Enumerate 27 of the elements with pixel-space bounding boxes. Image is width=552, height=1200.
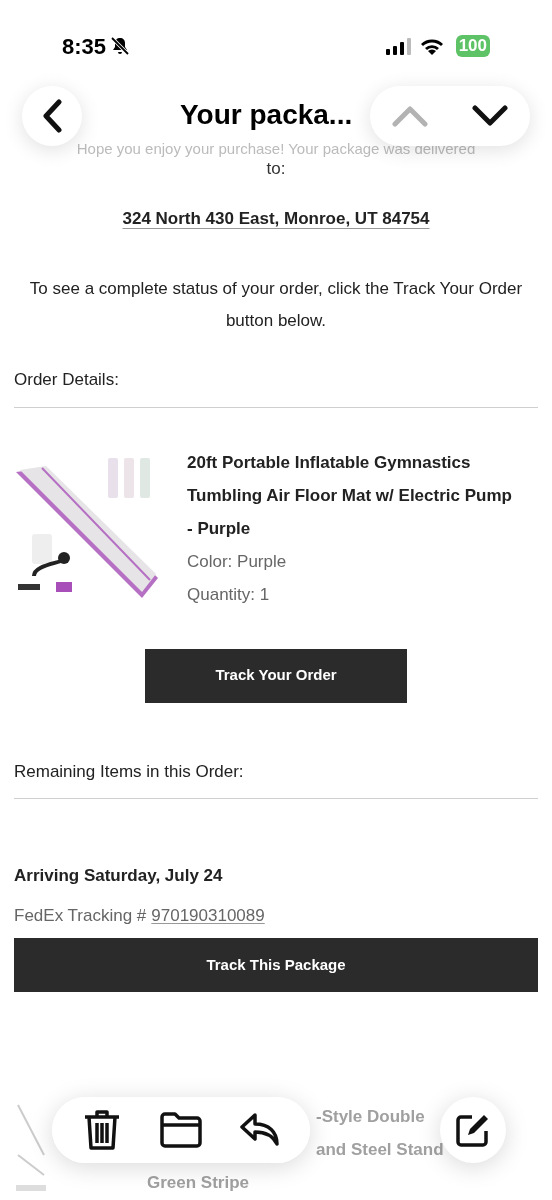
reply-icon (239, 1112, 282, 1148)
product-title-fragment: Green Stripe (147, 1172, 250, 1194)
trash-icon (82, 1109, 121, 1151)
section-label: Order Details: (14, 369, 120, 391)
nav-title: Your packa... (180, 98, 353, 132)
track-package-button[interactable]: Track This Package (14, 938, 538, 992)
tracking-number-link[interactable]: 970190310089 (151, 902, 265, 928)
wifi-icon (419, 37, 444, 55)
arrival-date: Arriving Saturday, July 24 (14, 865, 224, 887)
product-title-fragment: -Style Double (316, 1106, 425, 1128)
chevron-up-icon (392, 105, 428, 127)
section-label: Remaining Items in this Order: (14, 760, 245, 783)
product-title: 20ft Portable Inflatable Gymnastics Tumbling Air Floor Mat w/ Electric Pump - Purple (187, 451, 512, 540)
track-order-button[interactable]: Track Your Order (145, 648, 407, 703)
product-color: Color: Purple (187, 550, 288, 573)
address-link[interactable]: 324 North 430 East, Monroe, UT 84754 (122, 208, 430, 228)
battery-indicator: 100 (455, 35, 490, 57)
time-text: 8:35 (62, 32, 107, 61)
tracking-label: FedEx Tracking # (14, 904, 147, 927)
chevron-left-icon (41, 99, 63, 133)
recipient-label: to: (265, 158, 287, 180)
folder-icon (159, 1112, 203, 1148)
signal-icon (385, 37, 412, 55)
chevron-down-icon (472, 105, 508, 127)
product-title-fragment: and Steel Stand (316, 1139, 444, 1161)
instructions-text: To see a complete status of your order, click the Track Your Order button below. (28, 278, 524, 332)
product-quantity: Quantity: 1 (187, 583, 271, 606)
